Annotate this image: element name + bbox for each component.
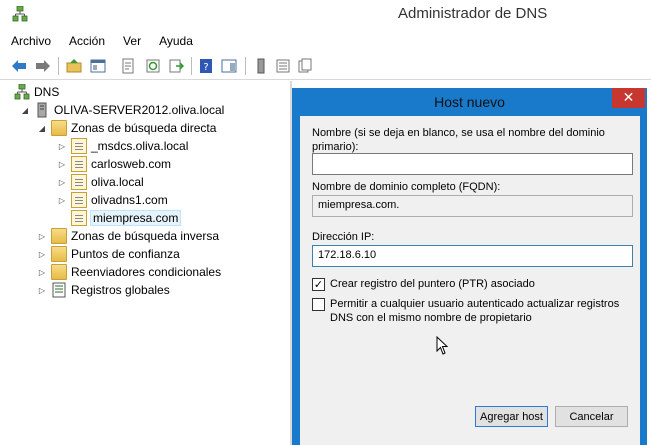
server-icon: [37, 102, 47, 118]
folder-icon: [51, 228, 67, 244]
tree-label-conditional-forwarders: Reenviadores condicionales: [71, 265, 222, 279]
tree-item-dns[interactable]: DNS: [14, 83, 59, 101]
menu-archivo[interactable]: Archivo: [11, 34, 51, 48]
tree-label-zone: oliva.local: [91, 175, 144, 189]
expanded-arrow-icon[interactable]: ◢: [20, 105, 30, 115]
name-label: Nombre (si se deja en blanco, se usa el …: [312, 127, 605, 153]
tree-label-server: OLIVA-SERVER2012.oliva.local: [54, 103, 225, 117]
auth-update-label: Permitir a cualquier usuario autenticado…: [330, 298, 620, 324]
list-view-icon[interactable]: [275, 58, 291, 74]
up-folder-icon[interactable]: [66, 58, 82, 74]
tree-pane: DNS ◢ OLIVA-SERVER2012.oliva.local ◢ Zon…: [0, 81, 290, 445]
dns-manager-icon: [12, 6, 28, 22]
tree-label-zone: carlosweb.com: [91, 157, 172, 171]
expanded-arrow-icon[interactable]: ◢: [37, 123, 47, 133]
toolbar-separator: [58, 57, 59, 75]
menu-accion[interactable]: Acción: [69, 34, 105, 48]
ip-label: Dirección IP:: [312, 231, 375, 243]
tree-item-trust-points[interactable]: ▷ Puntos de confianza: [37, 245, 180, 263]
refresh-icon[interactable]: [145, 58, 161, 74]
zone-icon: [71, 192, 87, 208]
cancel-button[interactable]: Cancelar: [555, 406, 628, 427]
tree-item-reverse-zones[interactable]: ▷ Zonas de búsqueda inversa: [37, 227, 219, 245]
help-icon[interactable]: ?: [198, 58, 214, 74]
collapsed-arrow-icon[interactable]: ▷: [57, 159, 67, 169]
export-list-icon[interactable]: [168, 58, 184, 74]
show-hide-tree-icon[interactable]: [90, 58, 106, 74]
zone-icon: [71, 174, 87, 190]
folder-icon: [51, 246, 67, 262]
collapsed-arrow-icon[interactable]: ▷: [57, 195, 67, 205]
tree-label-forward-zones: Zonas de búsqueda directa: [71, 121, 217, 135]
tree-label-reverse-zones: Zonas de búsqueda inversa: [71, 229, 220, 243]
dialog-title-bar: Host nuevo ✕: [292, 88, 647, 115]
folder-icon: [51, 264, 67, 280]
tree-item-conditional-forwarders[interactable]: ▷ Reenviadores condicionales: [37, 263, 221, 281]
new-host-dialog: Host nuevo ✕ Nombre (si se deja en blanc…: [292, 88, 647, 445]
folder-icon: [51, 120, 67, 136]
global-logs-icon: [52, 282, 66, 298]
tree-label-dns: DNS: [34, 85, 60, 99]
properties-icon[interactable]: [120, 58, 136, 74]
window-title: Administrador de DNS: [398, 5, 548, 22]
toolbar-separator: [191, 57, 192, 75]
toolbar-separator: [245, 57, 246, 75]
tree-item-zone[interactable]: ▷ olivadns1.com: [57, 191, 168, 209]
dialog-body: Nombre (si se deja en blanco, se usa el …: [300, 116, 640, 445]
tree-label-zone: olivadns1.com: [91, 193, 168, 207]
ptr-label: Crear registro del puntero (PTR) asociad…: [330, 278, 535, 290]
server-icon[interactable]: [253, 58, 269, 74]
collapsed-arrow-icon[interactable]: ▷: [57, 177, 67, 187]
back-arrow-icon[interactable]: [11, 58, 27, 74]
records-icon[interactable]: [297, 58, 313, 74]
tree-label-global-logs: Registros globales: [71, 283, 170, 297]
menu-ver[interactable]: Ver: [123, 34, 141, 48]
tree-item-forward-zones[interactable]: ◢ Zonas de búsqueda directa: [37, 119, 216, 137]
toolbar: ?: [0, 52, 651, 80]
add-host-button[interactable]: Agregar host: [475, 406, 548, 427]
dns-icon: [14, 84, 30, 100]
collapsed-arrow-icon[interactable]: ▷: [37, 231, 47, 241]
collapsed-arrow-icon[interactable]: ▷: [37, 285, 47, 295]
ip-address-input[interactable]: 172.18.6.10: [312, 245, 633, 267]
collapsed-arrow-icon[interactable]: ▷: [37, 267, 47, 277]
collapsed-arrow-icon[interactable]: ▷: [57, 141, 67, 151]
tree-item-zone[interactable]: ▷ _msdcs.oliva.local: [57, 137, 188, 155]
tree-label-trust-points: Puntos de confianza: [71, 247, 180, 261]
tree-label-zone: miempresa.com: [89, 210, 182, 226]
tree-item-zone[interactable]: ▷ carlosweb.com: [57, 155, 171, 173]
close-button[interactable]: ✕: [612, 88, 645, 108]
name-input[interactable]: [312, 153, 633, 175]
forward-arrow-icon[interactable]: [35, 58, 51, 74]
zone-icon: [71, 156, 87, 172]
tree-item-server[interactable]: ◢ OLIVA-SERVER2012.oliva.local: [20, 101, 224, 119]
fqdn-label: Nombre de dominio completo (FQDN):: [312, 181, 501, 193]
zone-icon: [71, 210, 87, 226]
tree-label-zone: _msdcs.oliva.local: [91, 139, 189, 153]
tree-item-zone-selected[interactable]: miempresa.com: [71, 209, 182, 227]
auth-update-checkbox[interactable]: [312, 298, 325, 311]
tree-item-global-logs[interactable]: ▷ Registros globales: [37, 281, 170, 299]
mouse-cursor-icon: [436, 336, 448, 355]
action-pane-icon[interactable]: [221, 58, 237, 74]
zone-icon: [71, 138, 87, 154]
tree-item-zone[interactable]: ▷ oliva.local: [57, 173, 144, 191]
menu-bar: Archivo Acción Ver Ayuda: [0, 30, 651, 51]
title-bar: Administrador de DNS: [0, 0, 651, 30]
svg-text:?: ?: [203, 62, 208, 73]
collapsed-arrow-icon[interactable]: ▷: [37, 249, 47, 259]
ptr-checkbox[interactable]: ✓: [312, 278, 325, 291]
menu-ayuda[interactable]: Ayuda: [159, 34, 193, 48]
fqdn-field: miempresa.com.: [312, 195, 633, 217]
dialog-title: Host nuevo: [434, 94, 505, 110]
